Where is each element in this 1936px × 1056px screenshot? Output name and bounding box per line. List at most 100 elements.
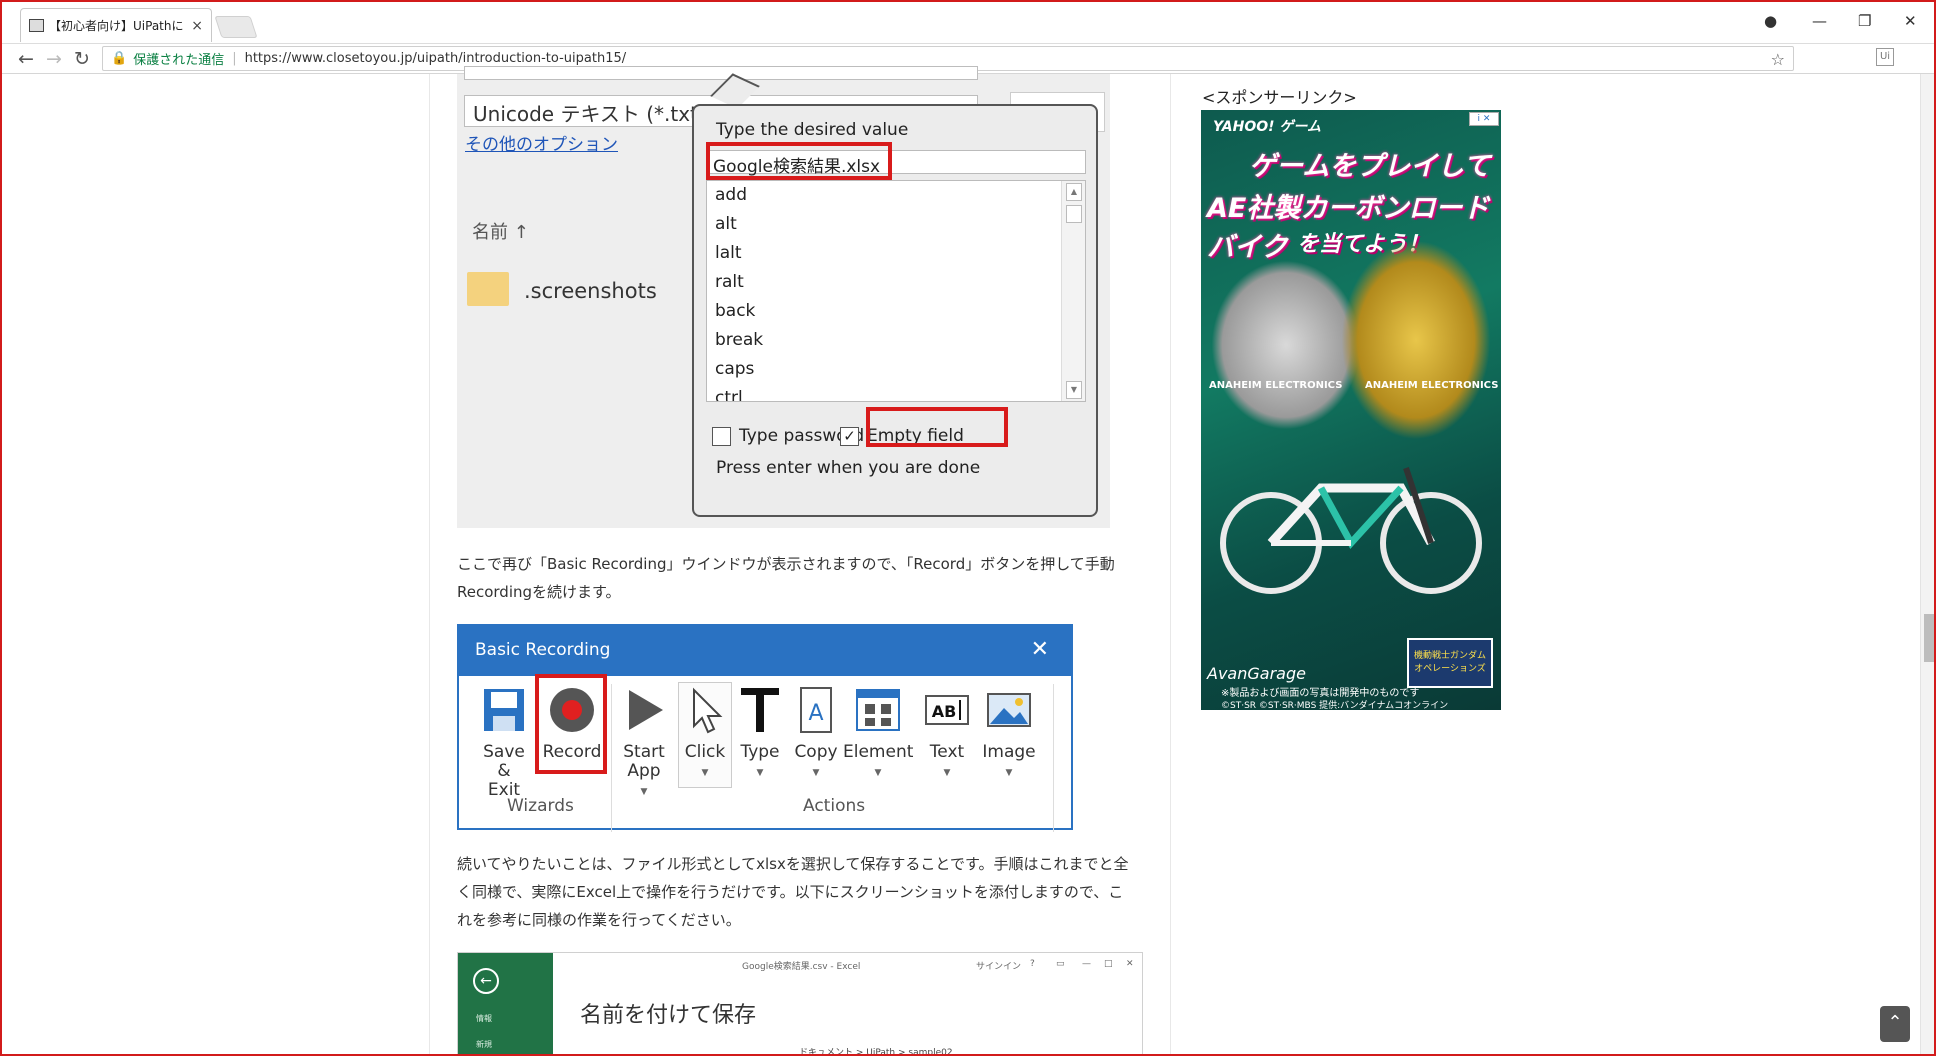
close-icon: ✕ [1126, 959, 1134, 969]
forward-icon[interactable]: → [46, 48, 62, 70]
ad-choices-icon[interactable]: i ✕ [1469, 112, 1499, 126]
page-content: Unicode テキスト (*.txt) その他のオプション 名前 ↑ .scr… [2, 66, 1920, 1056]
paragraph-1: ここで再び「Basic Recording」ウインドウが表示されますので、「Re… [457, 555, 1115, 601]
scroll-to-top-button[interactable]: ⌃ [1880, 1006, 1910, 1042]
click-tool: Click ▼ [679, 686, 731, 783]
excel-backstage-sidebar: ← 情報 新規 [458, 953, 553, 1054]
save-exit-tool: Save & Exit [479, 686, 529, 800]
element-label: Element [843, 742, 914, 762]
folder-icon [467, 272, 509, 306]
type-t-icon [741, 688, 779, 732]
list-item: ralt [715, 272, 744, 292]
element-tool: Element ▼ [843, 686, 913, 783]
save-icon [484, 689, 524, 731]
excel-path: ドキュメント > UiPath > sample02 [799, 1048, 953, 1056]
text-icon: AB [925, 695, 969, 725]
play-icon [629, 690, 663, 730]
browser-window: 【初心者向け】UiPathによる × ● — ❐ ✕ ← → ↻ 🔒 保護された… [0, 0, 1936, 1056]
reload-icon[interactable]: ↻ [74, 48, 90, 70]
omnibox-divider: | [232, 51, 237, 66]
image-icon [987, 693, 1031, 727]
ad-brand-right: ANAHEIM ELECTRONICS [1365, 380, 1499, 391]
list-item: alt [715, 214, 737, 234]
list-item: add [715, 185, 747, 205]
secure-label: 保護された通信 [133, 53, 225, 68]
start-app-label: Start App [623, 742, 665, 781]
bookmark-star-icon[interactable]: ☆ [1771, 50, 1785, 69]
excel-window-title: Google検索結果.csv - Excel [742, 962, 861, 972]
robot-figure-image [1341, 240, 1491, 440]
copy-icon: A [800, 687, 832, 733]
text-label: Text [929, 742, 965, 762]
list-item: break [715, 330, 764, 350]
minimize-icon: — [1082, 959, 1091, 969]
basic-recording-titlebar: Basic Recording ✕ [459, 626, 1071, 676]
paragraph-2: 続いてやりたいことは、ファイル形式としてxlsxを選択して保存することです。手順… [457, 855, 1129, 929]
save-exit-label: Save & Exit [483, 742, 525, 800]
ad-banner[interactable]: YAHOO! ゲーム i ✕ ゲームをプレイして AE社製カーボンロードバイク … [1201, 110, 1501, 710]
ad-game-logo: 機動戦士ガンダム オペレーションズ [1407, 638, 1493, 688]
close-window-button[interactable]: ✕ [1904, 12, 1917, 30]
text-tool: AB Text ▼ [921, 686, 973, 783]
highlight-value-input [706, 142, 892, 180]
screenshot-excel-save-as: ← 情報 新規 Google検索結果.csv - Excel サインイン ? ▭… [457, 952, 1143, 1056]
wizards-group-label: Wizards [507, 796, 574, 816]
excel-menu-info: 情報 [476, 1014, 492, 1023]
chevron-down-icon: ▼ [874, 768, 882, 778]
uipath-extension-icon[interactable]: Ui [1876, 48, 1894, 66]
popup-footer: Press enter when you are done [716, 458, 981, 478]
type-tool: Type ▼ [735, 686, 785, 783]
excel-signin: サインイン [976, 962, 1022, 972]
ad-logo: YAHOO! ゲーム [1213, 119, 1321, 135]
list-item: caps [715, 359, 755, 379]
type-label: Type [740, 742, 780, 762]
restore-button[interactable]: ❐ [1858, 12, 1871, 30]
new-tab-button[interactable] [214, 16, 258, 38]
scroll-thumb [1066, 205, 1082, 223]
ribbon-icon: ▭ [1056, 959, 1065, 969]
bicycle-image [1220, 467, 1482, 594]
checkbox-unchecked-icon [712, 426, 731, 446]
group-divider [611, 684, 612, 832]
scroll-down-icon: ▼ [1066, 381, 1082, 399]
start-app-tool: Start App ▼ [619, 686, 669, 802]
filename-field [464, 66, 978, 80]
chevron-down-icon: ▼ [943, 768, 951, 778]
excel-save-as-heading: 名前を付けて保存 [580, 1003, 757, 1028]
group-divider [1053, 684, 1054, 832]
favicon-icon [29, 19, 44, 32]
highlight-empty-field [866, 407, 1008, 447]
list-item: lalt [715, 243, 742, 263]
minimize-button[interactable]: — [1812, 12, 1827, 30]
ad-brand-garage: AvanGarage [1207, 664, 1306, 683]
sponsor-label: <スポンサーリンク> [1202, 88, 1357, 107]
svg-text:AB: AB [932, 702, 957, 721]
chevron-down-icon: ▼ [640, 787, 648, 797]
page-scrollbar[interactable] [1920, 74, 1934, 1054]
profile-icon[interactable]: ● [1764, 12, 1777, 30]
chevron-down-icon: ▼ [756, 768, 764, 778]
lock-icon: 🔒 [111, 51, 128, 66]
actions-group-label: Actions [803, 796, 866, 816]
chevron-down-icon: ▼ [701, 768, 709, 778]
help-icon: ? [1030, 959, 1035, 969]
more-options-link: その他のオプション [465, 135, 618, 155]
scroll-up-icon: ▲ [1066, 183, 1082, 201]
back-icon[interactable]: ← [18, 48, 34, 70]
highlight-record [535, 674, 607, 774]
svg-text:A: A [808, 701, 823, 726]
url-text[interactable]: https://www.closetoyou.jp/uipath/introdu… [245, 51, 627, 66]
image-label: Image [982, 742, 1036, 762]
close-tab-icon[interactable]: × [191, 18, 203, 34]
chevron-down-icon: ▼ [1005, 768, 1013, 778]
browser-tab[interactable]: 【初心者向け】UiPathによる × [20, 8, 212, 42]
basic-recording-title: Basic Recording [475, 640, 611, 660]
popup-title: Type the desired value [716, 120, 909, 140]
back-arrow-icon: ← [473, 968, 499, 994]
checkbox-checked-icon: ✓ [840, 426, 859, 446]
folder-name: .screenshots [524, 279, 657, 303]
list-item: ctrl [715, 388, 743, 402]
list-item: back [715, 301, 756, 321]
page-scroll-thumb[interactable] [1924, 614, 1934, 662]
cursor-icon [693, 687, 723, 734]
